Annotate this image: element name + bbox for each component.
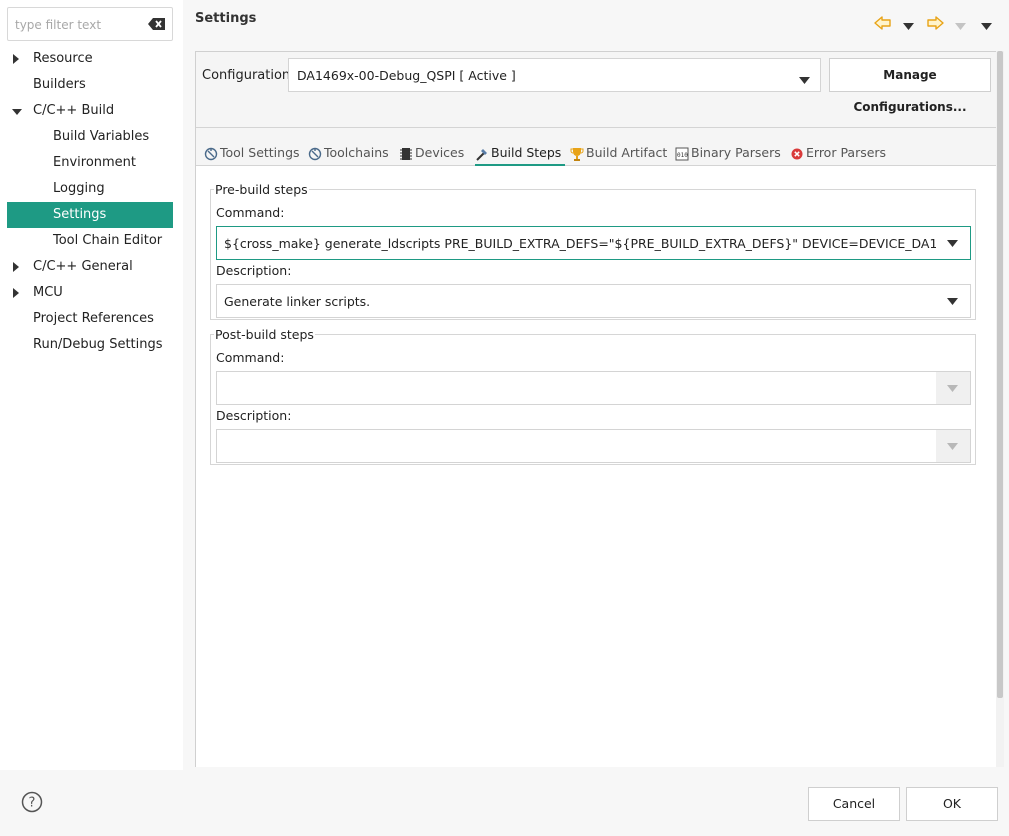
tree-item-mcu[interactable]: MCU <box>0 280 183 306</box>
tree-item-label: C/C++ General <box>33 259 133 274</box>
cancel-button[interactable]: Cancel <box>808 787 900 821</box>
post-build-title: Post-build steps <box>214 327 315 342</box>
post-build-group: Post-build steps Command: Description: <box>210 327 976 465</box>
forward-history-dropdown-icon <box>955 19 966 39</box>
scrollbar-thumb[interactable] <box>997 51 1003 698</box>
tree-item-label: Project References <box>33 311 154 326</box>
manage-configurations-button[interactable]: Manage Configurations... <box>829 58 991 114</box>
tree-item-run-debug-settings[interactable]: Run/Debug Settings <box>0 332 183 358</box>
tab-label: Build Artifact <box>586 145 668 160</box>
vertical-scrollbar[interactable] <box>996 51 1004 767</box>
configuration-area: Configuration: DA1469x-00-Debug_QSPI [ A… <box>196 52 997 128</box>
tab-error-parsers[interactable]: Error Parsers <box>790 142 886 166</box>
tab-label: Toolchains <box>324 145 389 160</box>
build-steps-icon <box>475 146 489 161</box>
post-build-description-input[interactable] <box>216 429 971 463</box>
tab-toolchains[interactable]: Toolchains <box>308 142 389 166</box>
tab-label: Tool Settings <box>220 145 300 160</box>
property-tree: Resource Builders C/C++ Build Build Vari… <box>0 46 183 358</box>
tree-item-label: Builders <box>33 77 86 92</box>
error-icon <box>790 146 804 160</box>
tree-item-resource[interactable]: Resource <box>0 46 183 72</box>
post-build-command-label: Command: <box>216 350 285 365</box>
chevron-down-icon <box>947 240 958 247</box>
svg-text:010: 010 <box>677 152 688 159</box>
forward-arrow-icon[interactable] <box>926 14 944 34</box>
pre-build-title: Pre-build steps <box>214 182 309 197</box>
tab-devices[interactable]: Devices <box>399 142 464 166</box>
tree-item-label: Tool Chain Editor <box>53 233 163 248</box>
tree-item-cc-general[interactable]: C/C++ General <box>0 254 183 280</box>
tree-item-logging[interactable]: Logging <box>0 176 183 202</box>
tree-item-label: Environment <box>53 155 137 170</box>
post-build-command-dropdown[interactable] <box>936 372 970 404</box>
back-history-dropdown-icon[interactable] <box>903 19 914 39</box>
filter-input[interactable] <box>15 16 145 34</box>
configuration-value: DA1469x-00-Debug_QSPI [ Active ] <box>297 68 516 83</box>
trophy-icon <box>570 146 584 161</box>
tool-settings-icon <box>204 146 218 161</box>
post-build-description-dropdown[interactable] <box>936 430 970 462</box>
view-menu-icon[interactable] <box>981 19 992 39</box>
tab-label: Error Parsers <box>806 145 887 160</box>
page-title: Settings <box>195 11 257 26</box>
ok-button[interactable]: OK <box>906 787 998 821</box>
chevron-down-icon <box>947 298 958 305</box>
tab-label: Binary Parsers <box>691 145 781 160</box>
tree-item-label: Settings <box>53 207 107 222</box>
tab-label: Build Steps <box>491 145 562 160</box>
configuration-select[interactable]: DA1469x-00-Debug_QSPI [ Active ] <box>288 58 821 92</box>
tree-item-cc-build[interactable]: C/C++ Build <box>0 98 183 124</box>
tree-item-label: C/C++ Build <box>33 103 115 118</box>
tree-item-label: Logging <box>53 181 105 196</box>
configuration-label: Configuration: <box>202 68 295 83</box>
tree-item-tool-chain-editor[interactable]: Tool Chain Editor <box>0 228 183 254</box>
expand-arrow-icon[interactable] <box>12 46 22 72</box>
tab-binary-parsers[interactable]: 010 Binary Parsers <box>675 142 781 166</box>
svg-text:?: ? <box>29 796 36 811</box>
pre-build-command-value: ${cross_make} generate_ldscripts PRE_BUI… <box>224 236 936 251</box>
tree-item-environment[interactable]: Environment <box>0 150 183 176</box>
tree-item-project-references[interactable]: Project References <box>0 306 183 332</box>
tree-item-builders[interactable]: Builders <box>0 72 183 98</box>
post-build-description-label: Description: <box>216 408 292 423</box>
pre-build-command-dropdown[interactable] <box>936 227 970 259</box>
navigation-panel: Resource Builders C/C++ Build Build Vari… <box>0 0 183 770</box>
tree-item-label: Resource <box>33 51 93 66</box>
tab-label: Devices <box>415 145 465 160</box>
expand-arrow-icon[interactable] <box>12 280 22 306</box>
pre-build-command-label: Command: <box>216 205 285 220</box>
toolchains-icon <box>308 146 322 161</box>
pre-build-description-input[interactable]: Generate linker scripts. <box>216 284 971 318</box>
back-arrow-icon[interactable] <box>874 14 892 34</box>
binary-icon: 010 <box>675 146 689 161</box>
tab-build-steps[interactable]: Build Steps <box>475 142 566 166</box>
collapse-arrow-icon[interactable] <box>12 98 22 124</box>
tree-item-label: Run/Debug Settings <box>33 337 163 352</box>
clear-filter-icon[interactable] <box>148 17 166 31</box>
tab-build-artifact[interactable]: Build Artifact <box>570 142 667 166</box>
pre-build-group: Pre-build steps Command: ${cross_make} g… <box>210 182 976 320</box>
tab-strip: Tool Settings Toolchains Devices Build S… <box>196 128 997 166</box>
pre-build-command-input[interactable]: ${cross_make} generate_ldscripts PRE_BUI… <box>216 226 971 260</box>
tree-item-label: Build Variables <box>53 129 150 144</box>
tree-item-build-variables[interactable]: Build Variables <box>0 124 183 150</box>
chevron-down-icon <box>947 443 958 450</box>
tab-tool-settings[interactable]: Tool Settings <box>204 142 300 166</box>
tree-item-settings[interactable]: Settings <box>7 202 173 228</box>
chevron-down-icon <box>799 73 810 88</box>
post-build-command-input[interactable] <box>216 371 971 405</box>
pre-build-description-value: Generate linker scripts. <box>224 294 371 309</box>
pre-build-description-label: Description: <box>216 263 292 278</box>
help-icon[interactable]: ? <box>21 791 43 813</box>
chip-icon <box>399 146 413 160</box>
chevron-down-icon <box>947 385 958 392</box>
filter-box <box>7 7 173 41</box>
expand-arrow-icon[interactable] <box>12 254 22 280</box>
tree-item-label: MCU <box>33 285 63 300</box>
pre-build-description-dropdown[interactable] <box>936 285 970 317</box>
settings-content: Configuration: DA1469x-00-Debug_QSPI [ A… <box>195 51 997 767</box>
